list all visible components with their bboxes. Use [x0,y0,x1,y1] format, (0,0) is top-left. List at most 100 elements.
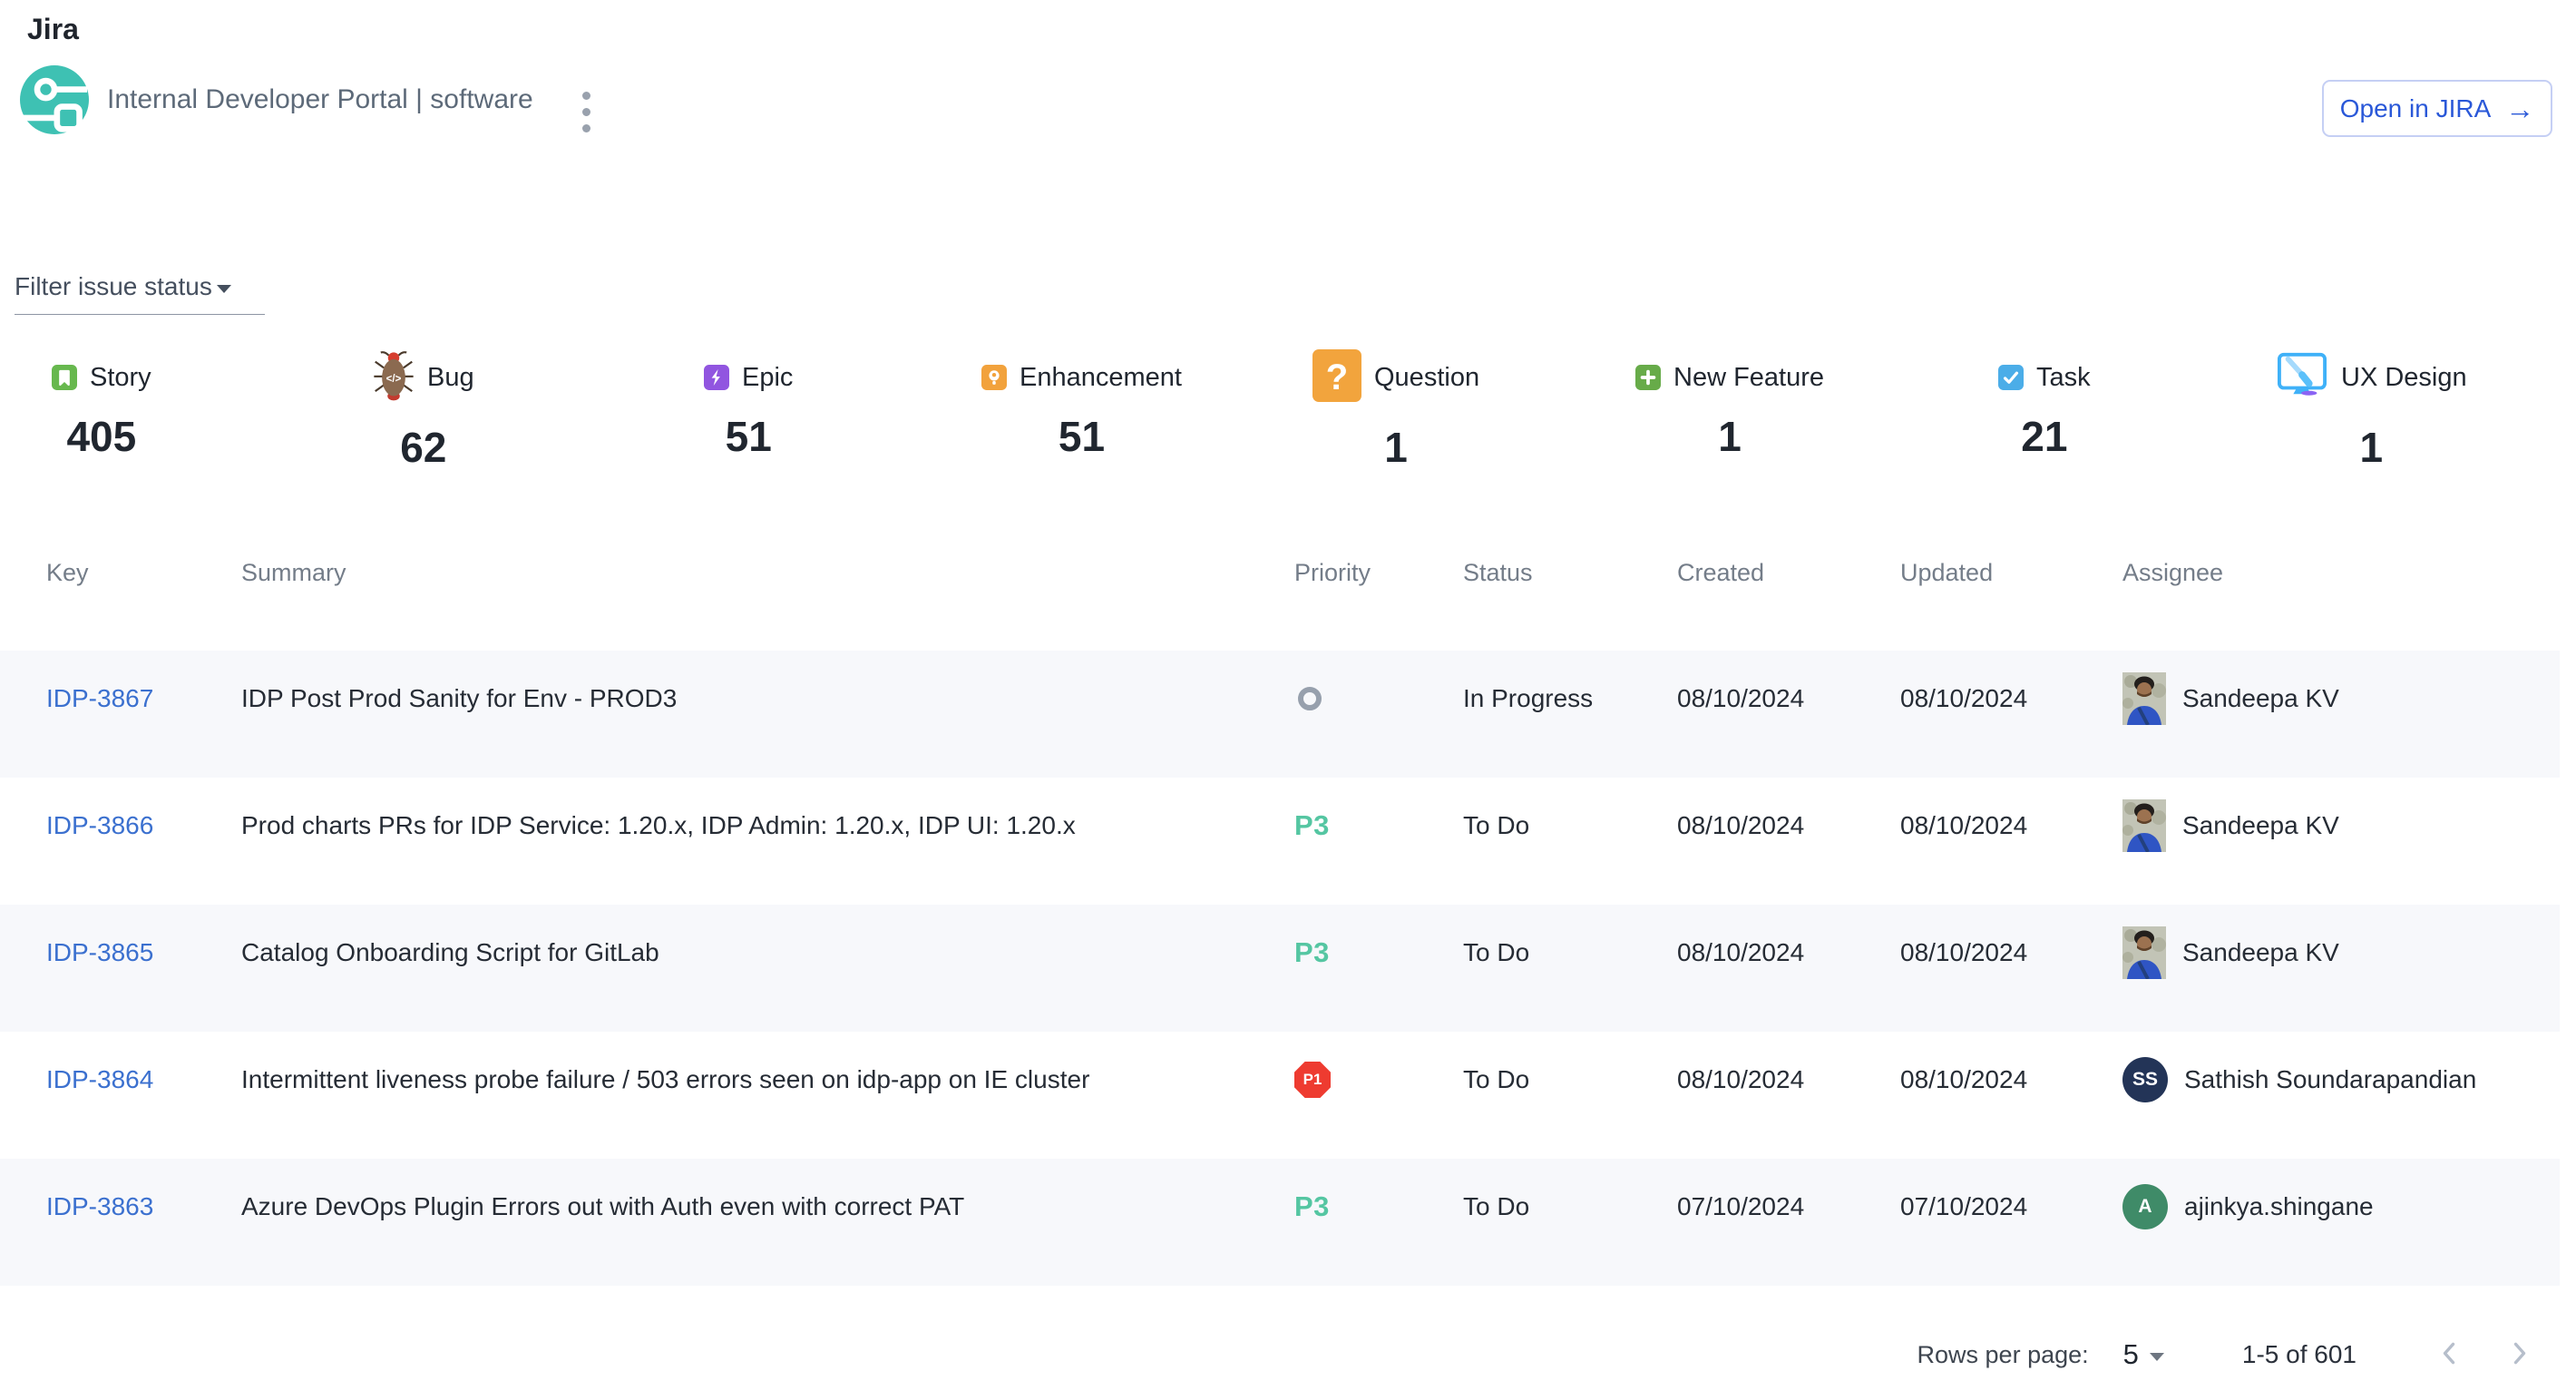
pagination-range: 1-5 of 601 [2242,1340,2356,1369]
priority-p1-icon: P1 [1294,1062,1331,1098]
issue-created: 08/10/2024 [1677,938,1900,967]
caret-down-icon [2150,1353,2164,1361]
counter-count: 405 [66,412,136,461]
counter-task: Task 21 [1998,350,2091,461]
assignee-name: Sathish Soundarapandian [2184,1065,2476,1094]
issue-summary: Catalog Onboarding Script for GitLab [241,938,1294,967]
svg-text:?: ? [1326,357,1348,397]
caret-down-icon [217,285,231,293]
table-row: IDP-3863 Azure DevOps Plugin Errors out … [0,1159,2560,1286]
filter-issue-status-select[interactable]: Filter issue status [15,272,265,315]
assignee-avatar [2122,926,2166,979]
rows-per-page-value: 5 [2123,1338,2139,1371]
chevron-right-icon [2512,1341,2528,1368]
column-header-summary: Summary [241,559,1294,587]
issue-status: In Progress [1463,684,1677,713]
counter-label: Epic [742,363,793,393]
task-icon [1998,365,2024,390]
open-in-jira-label: Open in JIRA [2340,94,2492,123]
counter-ux-design: UX Design 1 [2276,350,2467,472]
issue-updated: 08/10/2024 [1900,938,2122,967]
assignee-name: ajinkya.shingane [2184,1192,2374,1221]
question-icon: ? [1312,349,1361,406]
issue-key-link[interactable]: IDP-3867 [46,684,153,712]
rows-per-page-select[interactable]: 5 [2123,1338,2164,1371]
assignee-name: Sandeepa KV [2182,684,2339,713]
counter-enhancement: Enhancement 51 [981,350,1182,461]
priority-p3-icon: P3 [1294,936,1330,969]
issue-status: To Do [1463,811,1677,840]
kebab-menu-icon[interactable] [577,86,596,138]
counter-count: 51 [1059,412,1105,461]
next-page-button[interactable] [2500,1335,2540,1375]
table-row: IDP-3865 Catalog Onboarding Script for G… [0,905,2560,1032]
column-header-key: Key [46,559,241,587]
counter-new-feature: New Feature 1 [1635,350,1824,461]
column-header-priority: Priority [1294,559,1463,587]
issue-updated: 08/10/2024 [1900,1065,2122,1094]
ux-design-icon [2276,351,2328,405]
counter-label: Enhancement [1020,363,1182,393]
column-header-created: Created [1677,559,1900,587]
counter-count: 21 [2021,412,2067,461]
counter-count: 1 [2360,423,2384,472]
project-name: Internal Developer Portal | software [107,84,533,115]
issue-key-link[interactable]: IDP-3864 [46,1065,153,1093]
issue-updated: 08/10/2024 [1900,811,2122,840]
priority-p3-icon: P3 [1294,1190,1330,1223]
issue-key-link[interactable]: IDP-3863 [46,1192,153,1220]
issue-created: 07/10/2024 [1677,1192,1900,1221]
chevron-left-icon [2441,1341,2457,1368]
pagination-bar: Rows per page: 5 1-5 of 601 [1917,1327,2540,1381]
column-header-assignee: Assignee [2122,559,2560,587]
issue-created: 08/10/2024 [1677,1065,1900,1094]
priority-p3-icon: P3 [1294,809,1330,842]
svg-text:</>: </> [386,374,402,385]
assignee-initials: SS [2132,1069,2158,1091]
workflow-icon [20,65,89,134]
issue-updated: 07/10/2024 [1900,1192,2122,1221]
counter-label: Bug [427,363,474,393]
open-in-jira-button[interactable]: Open in JIRA → [2322,80,2552,137]
counter-label: New Feature [1673,363,1824,393]
story-icon [52,365,77,390]
issue-key-link[interactable]: IDP-3866 [46,811,153,839]
jira-plugin-card: Jira Internal Developer Portal | softwar… [0,0,2576,1381]
assignee-avatar: SS [2122,1057,2168,1102]
arrow-right-icon: → [2505,94,2534,123]
project-header: Internal Developer Portal | software [20,65,596,134]
issue-status: To Do [1463,1192,1677,1221]
counter-label: Task [2036,363,2091,393]
rows-per-page-label: Rows per page: [1917,1341,2089,1369]
assignee-name: Sandeepa KV [2182,811,2339,840]
counter-question: ? Question 1 [1312,350,1479,472]
counter-count: 1 [1384,423,1408,472]
column-header-status: Status [1463,559,1677,587]
counter-label: Story [90,363,151,393]
issue-summary: Azure DevOps Plugin Errors out with Auth… [241,1192,1294,1221]
filter-issue-status-label: Filter issue status [15,272,212,301]
card-title: Jira [27,13,79,46]
issue-status: To Do [1463,938,1677,967]
assignee-avatar: A [2122,1184,2168,1229]
table-body: IDP-3867 IDP Post Prod Sanity for Env - … [0,651,2560,1286]
issue-status: To Do [1463,1065,1677,1094]
counter-label: Question [1374,363,1479,393]
issue-updated: 08/10/2024 [1900,684,2122,713]
counter-epic: Epic 51 [704,350,793,461]
table-row: IDP-3866 Prod charts PRs for IDP Service… [0,778,2560,905]
counter-label: UX Design [2341,363,2467,393]
bug-icon: </> [373,349,415,406]
priority-none-icon [1298,687,1322,710]
counter-count: 51 [726,412,772,461]
assignee-initials: A [2138,1196,2152,1218]
issue-created: 08/10/2024 [1677,684,1900,713]
new-feature-icon [1635,365,1661,390]
issue-created: 08/10/2024 [1677,811,1900,840]
assignee-name: Sandeepa KV [2182,938,2339,967]
issue-summary: Intermittent liveness probe failure / 50… [241,1065,1294,1094]
epic-icon [704,365,729,390]
counter-bug: </> Bug 62 [373,350,474,472]
issue-key-link[interactable]: IDP-3865 [46,938,153,966]
previous-page-button[interactable] [2429,1335,2469,1375]
